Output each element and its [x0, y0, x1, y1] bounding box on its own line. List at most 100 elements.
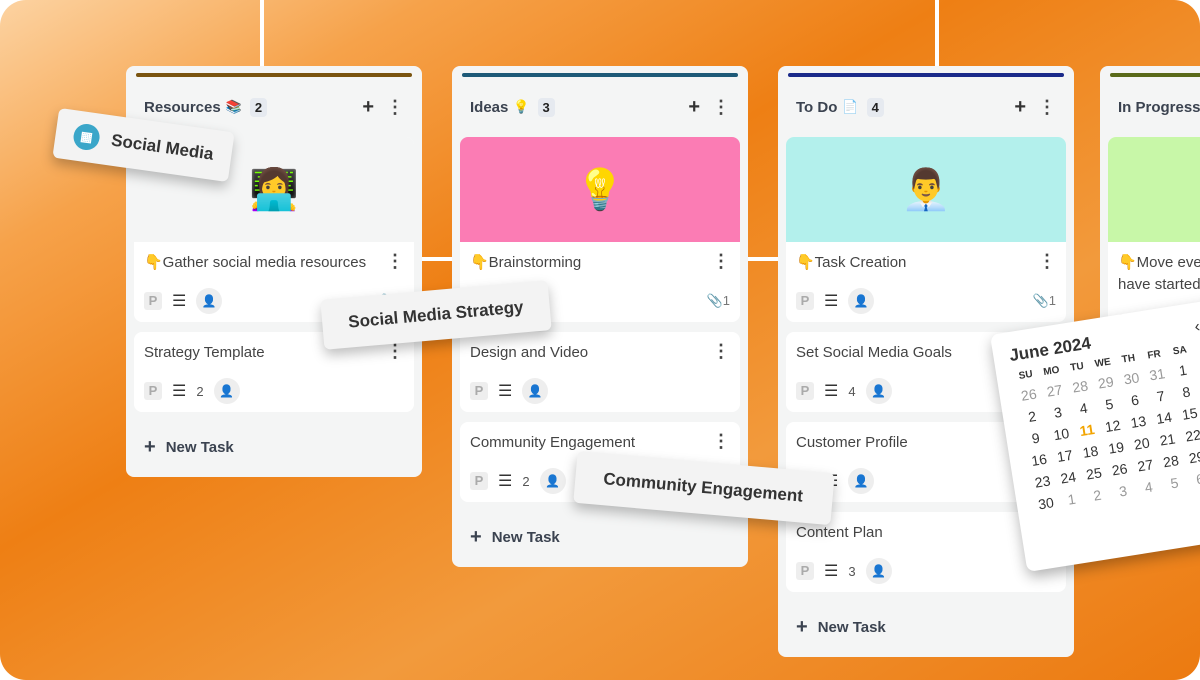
calendar-day[interactable]: 25 [1080, 464, 1108, 484]
calendar-day[interactable]: 3 [1109, 481, 1137, 501]
calendar-day[interactable]: 5 [1095, 394, 1123, 414]
card-menu-icon[interactable]: ⋮ [386, 252, 404, 274]
checklist-count: 4 [848, 383, 856, 399]
assign-user-icon[interactable]: 👤 [848, 288, 875, 314]
column-title: Resources [144, 98, 221, 116]
add-task-icon[interactable]: + [362, 97, 374, 117]
card-menu-icon[interactable]: ⋮ [1038, 252, 1056, 274]
new-task-button[interactable]: + New Task [134, 422, 414, 477]
task-card[interactable]: Design and Video ⋮ P ☰ 👤 [460, 332, 740, 412]
calendar-day[interactable]: 14 [1150, 408, 1178, 428]
tag-label: Social Media [110, 130, 215, 164]
board-background: Resources 📚 2 + ⋮ 👩‍💻 👇Gather social media res… [0, 0, 1200, 680]
card-menu-icon[interactable]: ⋮ [712, 432, 730, 454]
add-task-icon[interactable]: + [1014, 97, 1026, 117]
task-card[interactable]: 👨‍💼 👇Task Creation ⋮ P ☰ 👤 📎1 [786, 137, 1066, 322]
calendar-day[interactable]: 2 [1018, 406, 1046, 426]
calendar-day[interactable]: 29 [1183, 447, 1200, 467]
new-task-button[interactable]: + New Task [460, 512, 740, 567]
calendar-day[interactable]: 1 [1169, 360, 1197, 380]
plus-icon: + [796, 616, 808, 638]
column-emoji-icon: 💡 [513, 99, 530, 114]
calendar-day[interactable]: 5 [1160, 473, 1188, 493]
assign-user-icon[interactable]: 👤 [865, 558, 892, 584]
task-title-cont: have started [1118, 276, 1200, 293]
calendar-day[interactable]: 20 [1128, 434, 1156, 454]
calendar-day[interactable]: 24 [1054, 468, 1082, 488]
checklist-count: 3 [848, 563, 856, 579]
card-menu-icon[interactable]: ⋮ [386, 342, 404, 364]
priority-badge[interactable]: P [796, 562, 814, 580]
calendar-day[interactable]: 17 [1051, 446, 1079, 466]
calendar-day[interactable]: 4 [1070, 398, 1098, 418]
illustration-icon: 👩‍💻 [249, 168, 299, 212]
calendar-day[interactable]: 8 [1172, 382, 1200, 402]
card-menu-icon[interactable]: ⋮ [712, 342, 730, 364]
calendar-day[interactable]: 16 [1025, 450, 1053, 470]
tag-label: Social Media Strategy [347, 297, 525, 332]
calendar-day[interactable]: 30 [1117, 368, 1145, 388]
calendar-day[interactable]: 3 [1044, 402, 1072, 422]
calendar-day[interactable]: 23 [1028, 472, 1056, 492]
checklist-count: 2 [196, 383, 204, 399]
calendar-day-today[interactable]: 11 [1073, 420, 1101, 440]
priority-badge[interactable]: P [470, 382, 488, 400]
calendar-day[interactable]: 30 [1032, 493, 1060, 513]
calendar-day[interactable]: 22 [1179, 426, 1200, 446]
priority-badge[interactable]: P [796, 382, 814, 400]
assign-user-icon[interactable]: 👤 [848, 468, 875, 494]
calendar-day[interactable]: 29 [1092, 373, 1120, 393]
assign-user-icon[interactable]: 👤 [539, 468, 566, 494]
calendar-day[interactable]: 26 [1015, 385, 1043, 405]
assign-user-icon[interactable]: 👤 [522, 378, 549, 404]
assign-user-icon[interactable]: 👤 [196, 288, 223, 314]
assign-user-icon[interactable]: 👤 [213, 378, 240, 404]
add-task-icon[interactable]: + [688, 97, 700, 117]
calendar-day[interactable]: 15 [1176, 404, 1200, 424]
calendar-day[interactable]: 13 [1124, 412, 1152, 432]
priority-badge[interactable]: P [796, 292, 814, 310]
paperclip-icon: 📎 [1032, 293, 1049, 308]
task-title: Set Social Media Goals [796, 344, 952, 361]
calendar-day[interactable]: 19 [1102, 438, 1130, 458]
card-menu-icon[interactable]: ⋮ [712, 252, 730, 274]
calendar-day[interactable]: 4 [1135, 477, 1163, 497]
priority-badge[interactable]: P [144, 382, 162, 400]
task-count-badge: 4 [866, 97, 884, 117]
task-title: Strategy Template [144, 344, 265, 361]
column-menu-icon[interactable]: ⋮ [1038, 98, 1056, 116]
task-count-badge: 2 [249, 97, 268, 117]
priority-badge[interactable]: P [144, 292, 162, 310]
calendar-day[interactable]: 27 [1131, 455, 1159, 475]
task-title: Content Plan [796, 524, 883, 541]
calendar-day[interactable]: 1 [1058, 489, 1086, 509]
calendar-day[interactable]: 6 [1186, 469, 1200, 489]
calendar-day[interactable]: 18 [1076, 442, 1104, 462]
calendar-day[interactable]: 2 [1083, 485, 1111, 505]
calendar-day[interactable]: 28 [1066, 377, 1094, 397]
column-menu-icon[interactable]: ⋮ [712, 98, 730, 116]
task-title: Design and Video [470, 344, 589, 361]
calendar-day[interactable]: 6 [1121, 390, 1149, 410]
illustration-icon: 👨‍💼 [901, 168, 951, 212]
task-title: 👇Gather social media resources [144, 254, 367, 271]
calendar-day[interactable]: 12 [1099, 416, 1127, 436]
calendar-day[interactable]: 10 [1047, 424, 1075, 444]
calendar-day[interactable]: 31 [1143, 364, 1171, 384]
calendar-day[interactable]: 28 [1157, 451, 1185, 471]
attachment-count: 📎1 [706, 293, 730, 308]
calendar-day[interactable]: 9 [1022, 428, 1050, 448]
column-menu-icon[interactable]: ⋮ [386, 98, 404, 116]
calendar-day[interactable]: 21 [1153, 430, 1181, 450]
card-cover-image: 💡 [460, 137, 740, 242]
calendar-day[interactable]: 7 [1147, 386, 1175, 406]
prev-month-icon[interactable]: ‹ [1193, 317, 1200, 336]
calendar-day[interactable]: 26 [1106, 459, 1134, 479]
new-task-button[interactable]: + New Task [786, 602, 1066, 657]
checklist-icon: ☰ [498, 383, 513, 400]
assign-user-icon[interactable]: 👤 [865, 378, 892, 404]
priority-badge[interactable]: P [470, 472, 488, 490]
paperclip-icon: 📎 [706, 293, 723, 308]
date-picker[interactable]: June 2024 ‹› SUMOTUWETHFRSA2627282930311… [990, 295, 1200, 573]
calendar-day[interactable]: 27 [1040, 381, 1068, 401]
